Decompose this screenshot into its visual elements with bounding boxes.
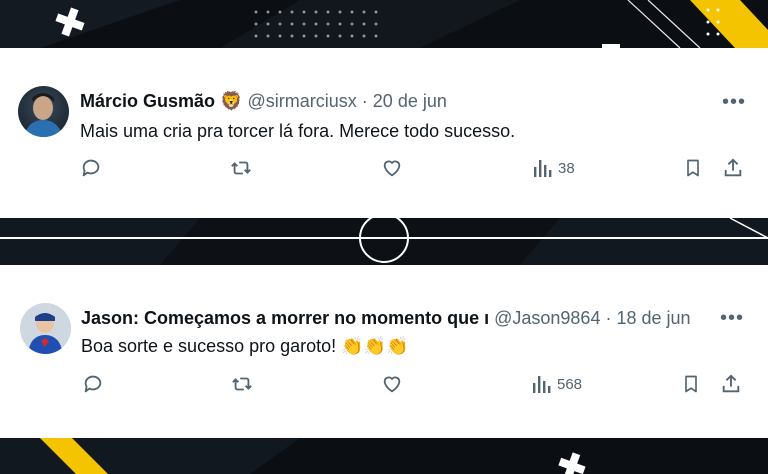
username[interactable]: @sirmarciusx — [248, 91, 357, 111]
more-options-icon[interactable]: ••• — [722, 91, 746, 114]
like-button[interactable] — [381, 157, 403, 179]
badge-emoji: 🦁 — [220, 91, 243, 111]
timestamp[interactable]: · 18 de jun — [605, 308, 690, 328]
avatar[interactable] — [18, 86, 69, 137]
retweet-button[interactable] — [231, 373, 253, 395]
retweet-icon — [232, 377, 252, 391]
action-bar: 38 — [0, 157, 768, 185]
reply-icon — [84, 375, 102, 393]
bookmark-button[interactable] — [683, 157, 703, 179]
views-icon — [533, 376, 551, 393]
timestamp[interactable]: · 20 de jun — [362, 91, 447, 111]
tweet-text: Mais uma cria pra torcer lá fora. Merece… — [80, 121, 516, 141]
avatar[interactable] — [20, 303, 71, 354]
display-name[interactable]: Jason: Começamos a morrer no momento que… — [81, 308, 489, 328]
more-options-icon[interactable]: ••• — [720, 307, 744, 330]
retweet-button[interactable] — [230, 157, 252, 179]
display-name[interactable]: Márcio Gusmão — [80, 91, 215, 111]
views-count: 38 — [558, 159, 575, 177]
tweet-header: Jason: Começamos a morrer no momento que… — [81, 308, 691, 329]
retweet-icon — [231, 161, 251, 175]
tweet-text: Boa sorte e sucesso pro garoto! 👏👏👏 — [81, 336, 409, 356]
share-icon — [722, 374, 740, 393]
action-bar: 568 — [0, 373, 768, 401]
views-count: 568 — [557, 375, 583, 393]
share-button[interactable] — [720, 373, 742, 395]
bookmark-icon — [687, 159, 699, 177]
views-icon — [534, 160, 552, 177]
reply-icon — [82, 159, 100, 177]
username[interactable]: @Jason9864 — [494, 308, 600, 328]
bookmark-button[interactable] — [681, 373, 701, 395]
views-button[interactable]: 38 — [532, 157, 575, 179]
reply-button[interactable] — [80, 157, 102, 179]
tweet-card-2[interactable]: Jason: Começamos a morrer no momento que… — [0, 265, 768, 438]
like-button[interactable] — [381, 373, 403, 395]
reply-button[interactable] — [82, 373, 104, 395]
share-icon — [724, 158, 742, 177]
like-icon — [383, 376, 401, 393]
views-button[interactable]: 568 — [531, 373, 582, 395]
tweet-header: Márcio Gusmão 🦁 @sirmarciusx · 20 de jun — [80, 91, 447, 112]
tweet-card-1[interactable]: Márcio Gusmão 🦁 @sirmarciusx · 20 de jun… — [0, 48, 768, 218]
bookmark-icon — [685, 375, 697, 393]
like-icon — [383, 160, 401, 177]
share-button[interactable] — [722, 157, 744, 179]
